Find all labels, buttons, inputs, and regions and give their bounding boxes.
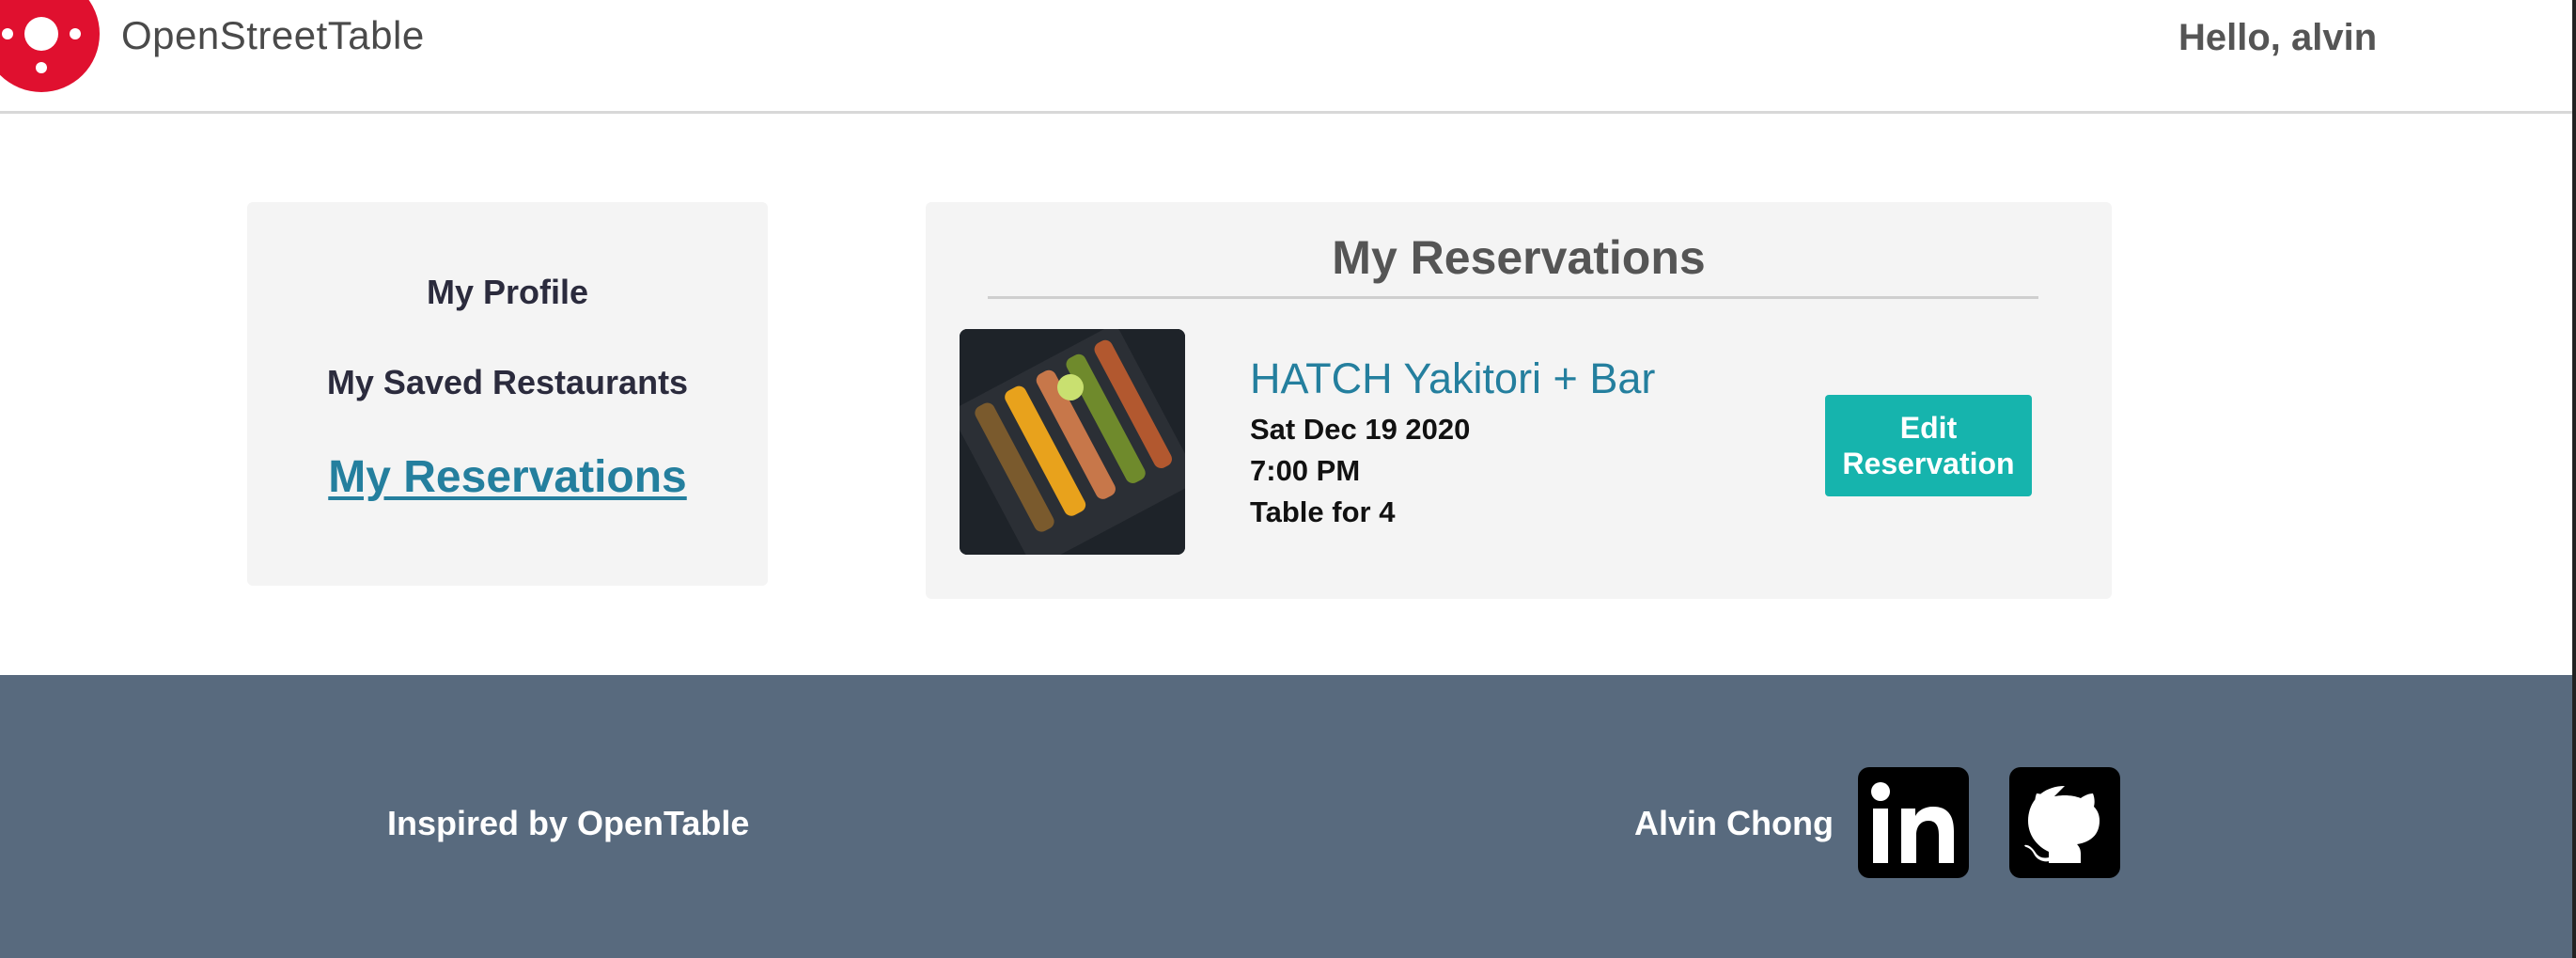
- top-navbar: OpenStreetTable Hello, alvin: [0, 0, 2572, 114]
- brand-name[interactable]: OpenStreetTable: [121, 13, 425, 58]
- reservation-party-size: Table for 4: [1250, 495, 1396, 528]
- footer-author-name: Alvin Chong: [1634, 804, 1834, 842]
- sidebar-item-my-profile[interactable]: My Profile: [247, 273, 768, 312]
- window-edge: [2572, 0, 2576, 958]
- restaurant-thumbnail[interactable]: [960, 329, 1185, 555]
- reservation-date: Sat Dec 19 2020: [1250, 413, 1471, 446]
- linkedin-icon[interactable]: [1858, 767, 1969, 878]
- reservations-panel: My Reservations HATCH Yakitori + Bar Sat…: [926, 202, 2112, 599]
- edit-reservation-button[interactable]: Edit Reservation: [1825, 395, 2032, 496]
- sidebar-item-saved-restaurants[interactable]: My Saved Restaurants: [247, 363, 768, 402]
- page-title: My Reservations: [1332, 231, 1706, 284]
- user-greeting[interactable]: Hello, alvin: [2178, 17, 2377, 59]
- footer: Inspired by OpenTable Alvin Chong: [0, 675, 2572, 958]
- reservation-time: 7:00 PM: [1250, 454, 1361, 487]
- profile-sidebar: My Profile My Saved Restaurants My Reser…: [247, 202, 768, 586]
- title-divider: [988, 296, 2038, 299]
- logo-icon[interactable]: [0, 0, 101, 94]
- footer-inspired-text: Inspired by OpenTable: [387, 804, 750, 842]
- sidebar-item-my-reservations[interactable]: My Reservations: [247, 451, 768, 503]
- restaurant-name-link[interactable]: HATCH Yakitori + Bar: [1250, 354, 1655, 403]
- github-icon[interactable]: [2009, 767, 2120, 878]
